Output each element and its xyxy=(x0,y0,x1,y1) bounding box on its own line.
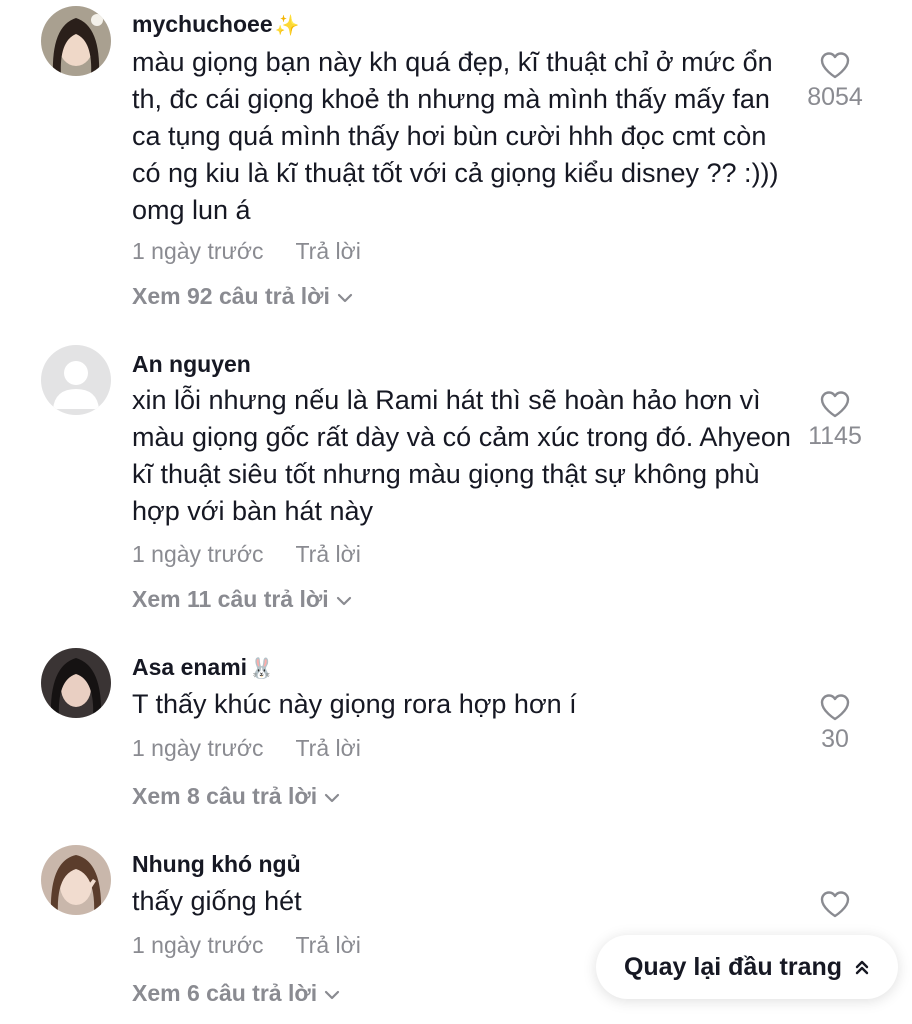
chevron-down-icon xyxy=(325,793,340,803)
like-count: 8054 xyxy=(807,83,863,111)
comment-username[interactable]: Nhung khó ngủ xyxy=(132,850,301,878)
comment-time: 1 ngày trước xyxy=(132,541,264,567)
comment-text: màu giọng bạn này kh quá đẹp, kĩ thuật c… xyxy=(132,47,779,225)
reply-button[interactable]: Trả lời xyxy=(295,238,360,264)
avatar[interactable] xyxy=(41,345,111,415)
comment-text: T thấy khúc này giọng rora hợp hơn í xyxy=(132,689,577,719)
comment-meta: 1 ngày trước Trả lời xyxy=(132,931,361,959)
comment-time: 1 ngày trước xyxy=(132,238,264,264)
view-replies-button[interactable]: Xem 92 câu trả lời xyxy=(132,282,354,310)
heart-icon xyxy=(820,391,850,418)
rabbit-icon: 🐰 xyxy=(249,658,274,680)
like-count: 1145 xyxy=(808,422,862,450)
view-replies-button[interactable]: Xem 6 câu trả lời xyxy=(132,979,341,1007)
comment-username[interactable]: Asa enami 🐰 xyxy=(132,653,274,683)
reply-button[interactable]: Trả lời xyxy=(295,932,360,958)
heart-icon xyxy=(820,694,850,721)
like-count: 30 xyxy=(821,725,849,753)
comment-username[interactable]: An nguyen xyxy=(132,350,251,378)
comment-meta: 1 ngày trước Trả lời xyxy=(132,540,361,568)
chevron-down-icon xyxy=(337,293,353,303)
comment-text: thấy giống hét xyxy=(132,886,302,916)
back-to-top-button[interactable]: Quay lại đầu trang xyxy=(596,935,898,999)
avatar[interactable] xyxy=(41,845,111,915)
reply-button[interactable]: Trả lời xyxy=(295,735,360,761)
chevron-down-icon xyxy=(336,596,351,606)
avatar[interactable] xyxy=(41,6,111,76)
heart-icon xyxy=(820,891,850,918)
chevron-down-icon xyxy=(325,990,340,1000)
view-replies-button[interactable]: Xem 8 câu trả lời xyxy=(132,782,341,810)
comment-meta: 1 ngày trước Trả lời xyxy=(132,237,361,265)
double-chevron-up-icon xyxy=(855,960,869,975)
comment-meta: 1 ngày trước Trả lời xyxy=(132,734,361,762)
comment-time: 1 ngày trước xyxy=(132,932,264,958)
comment-username[interactable]: mychuchoee ✨ xyxy=(132,10,300,40)
like-button[interactable]: 30 xyxy=(790,692,880,754)
view-replies-button[interactable]: Xem 11 câu trả lời xyxy=(132,585,353,613)
like-button[interactable] xyxy=(790,889,880,921)
like-button[interactable]: 8054 xyxy=(790,50,880,112)
heart-icon xyxy=(820,52,850,79)
comment-text: xin lỗi nhưng nếu là Rami hát thì sẽ hoà… xyxy=(132,385,791,526)
back-to-top-label: Quay lại đầu trang xyxy=(623,952,843,981)
comment-time: 1 ngày trước xyxy=(132,735,264,761)
sparkles-icon: ✨ xyxy=(274,15,300,37)
reply-button[interactable]: Trả lời xyxy=(295,541,360,567)
like-button[interactable]: 1145 xyxy=(790,389,880,451)
avatar[interactable] xyxy=(41,648,111,718)
